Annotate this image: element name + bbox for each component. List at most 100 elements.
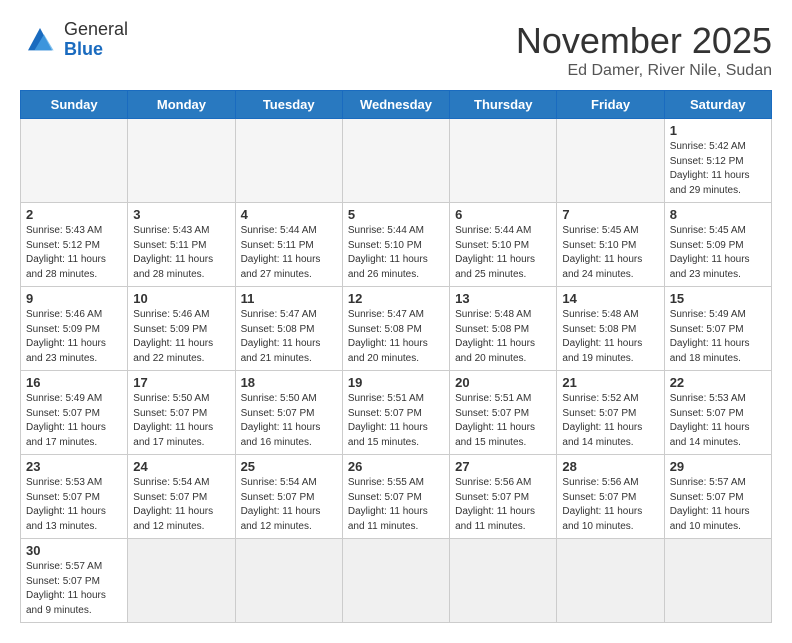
calendar-day-cell: 4 Sunrise: 5:44 AM Sunset: 5:11 PM Daylig… [235, 203, 342, 287]
day-info: Sunrise: 5:43 AM Sunset: 5:11 PM Dayligh… [133, 224, 229, 282]
calendar-day-cell: 17Sunrise: 5:50 AM Sunset: 5:07 PM Dayli… [128, 371, 235, 455]
title-section: November 2025 Ed Damer, River Nile, Suda… [516, 20, 772, 80]
calendar-day-cell [664, 539, 771, 623]
column-header-saturday: Saturday [664, 91, 771, 119]
calendar-day-cell: 26Sunrise: 5:55 AM Sunset: 5:07 PM Dayli… [342, 455, 449, 539]
calendar-day-cell: 16 Sunrise: 5:49 AM Sunset: 5:07 PM Dayli… [21, 371, 128, 455]
day-number: 16 [26, 375, 122, 390]
day-info: Sunrise: 5:49 AM Sunset: 5:07 PM Dayligh… [26, 392, 122, 450]
day-info: Sunrise: 5:45 AM Sunset: 5:09 PM Dayligh… [670, 224, 766, 282]
day-info: Sunrise: 5:42 AM Sunset: 5:12 PM Dayligh… [670, 140, 766, 198]
day-info: Sunrise: 5:54 AM Sunset: 5:07 PM Dayligh… [241, 476, 337, 534]
day-info: Sunrise: 5:56 AM Sunset: 5:07 PM Dayligh… [562, 476, 658, 534]
day-info: Sunrise: 5:44 AM Sunset: 5:10 PM Dayligh… [455, 224, 551, 282]
day-info: Sunrise: 5:47 AM Sunset: 5:08 PM Dayligh… [241, 308, 337, 366]
calendar-day-cell: 29 Sunrise: 5:57 AM Sunset: 5:07 PM Dayli… [664, 455, 771, 539]
day-number: 9 [26, 291, 122, 306]
day-number: 15 [670, 291, 766, 306]
day-info: Sunrise: 5:57 AM Sunset: 5:07 PM Dayligh… [670, 476, 766, 534]
calendar-table: SundayMondayTuesdayWednesdayThursdayFrid… [20, 90, 772, 623]
calendar-day-cell: 28 Sunrise: 5:56 AM Sunset: 5:07 PM Dayli… [557, 455, 664, 539]
calendar-day-cell [450, 119, 557, 203]
day-info: Sunrise: 5:48 AM Sunset: 5:08 PM Dayligh… [562, 308, 658, 366]
calendar-day-cell: 20 Sunrise: 5:51 AM Sunset: 5:07 PM Dayli… [450, 371, 557, 455]
calendar-day-cell: 6 Sunrise: 5:44 AM Sunset: 5:10 PM Daylig… [450, 203, 557, 287]
day-info: Sunrise: 5:46 AM Sunset: 5:09 PM Dayligh… [26, 308, 122, 366]
day-number: 27 [455, 459, 551, 474]
day-number: 21 [562, 375, 658, 390]
day-number: 28 [562, 459, 658, 474]
calendar-week-row: 2 Sunrise: 5:43 AM Sunset: 5:12 PM Daylig… [21, 203, 772, 287]
calendar-day-cell: 13 Sunrise: 5:48 AM Sunset: 5:08 PM Dayli… [450, 287, 557, 371]
generalblue-logo-icon [20, 20, 60, 60]
day-info: Sunrise: 5:43 AM Sunset: 5:12 PM Dayligh… [26, 224, 122, 282]
day-number: 26 [348, 459, 444, 474]
calendar-day-cell: 25Sunrise: 5:54 AM Sunset: 5:07 PM Dayli… [235, 455, 342, 539]
calendar-day-cell: 2 Sunrise: 5:43 AM Sunset: 5:12 PM Daylig… [21, 203, 128, 287]
calendar-week-row: 9 Sunrise: 5:46 AM Sunset: 5:09 PM Daylig… [21, 287, 772, 371]
day-info: Sunrise: 5:53 AM Sunset: 5:07 PM Dayligh… [670, 392, 766, 450]
calendar-week-row: 23Sunrise: 5:53 AM Sunset: 5:07 PM Dayli… [21, 455, 772, 539]
calendar-day-cell: 15 Sunrise: 5:49 AM Sunset: 5:07 PM Dayli… [664, 287, 771, 371]
day-number: 13 [455, 291, 551, 306]
day-number: 1 [670, 123, 766, 138]
calendar-day-cell: 23Sunrise: 5:53 AM Sunset: 5:07 PM Dayli… [21, 455, 128, 539]
calendar-day-cell [557, 539, 664, 623]
location-title: Ed Damer, River Nile, Sudan [516, 62, 772, 80]
calendar-day-cell [128, 119, 235, 203]
page-header: General Blue November 2025 Ed Damer, Riv… [20, 20, 772, 80]
day-number: 23 [26, 459, 122, 474]
day-info: Sunrise: 5:49 AM Sunset: 5:07 PM Dayligh… [670, 308, 766, 366]
day-number: 24 [133, 459, 229, 474]
calendar-day-cell: 27Sunrise: 5:56 AM Sunset: 5:07 PM Dayli… [450, 455, 557, 539]
day-number: 4 [241, 207, 337, 222]
day-info: Sunrise: 5:52 AM Sunset: 5:07 PM Dayligh… [562, 392, 658, 450]
calendar-day-cell: 19Sunrise: 5:51 AM Sunset: 5:07 PM Dayli… [342, 371, 449, 455]
day-info: Sunrise: 5:50 AM Sunset: 5:07 PM Dayligh… [241, 392, 337, 450]
calendar-day-cell [557, 119, 664, 203]
calendar-week-row: 30 Sunrise: 5:57 AM Sunset: 5:07 PM Dayli… [21, 539, 772, 623]
calendar-day-cell: 22 Sunrise: 5:53 AM Sunset: 5:07 PM Dayli… [664, 371, 771, 455]
day-number: 22 [670, 375, 766, 390]
calendar-day-cell: 1 Sunrise: 5:42 AM Sunset: 5:12 PM Daylig… [664, 119, 771, 203]
day-info: Sunrise: 5:44 AM Sunset: 5:11 PM Dayligh… [241, 224, 337, 282]
day-number: 20 [455, 375, 551, 390]
day-info: Sunrise: 5:47 AM Sunset: 5:08 PM Dayligh… [348, 308, 444, 366]
day-number: 30 [26, 543, 122, 558]
calendar-day-cell: 10Sunrise: 5:46 AM Sunset: 5:09 PM Dayli… [128, 287, 235, 371]
day-number: 5 [348, 207, 444, 222]
calendar-day-cell: 5 Sunrise: 5:44 AM Sunset: 5:10 PM Daylig… [342, 203, 449, 287]
calendar-day-cell [342, 119, 449, 203]
column-header-thursday: Thursday [450, 91, 557, 119]
calendar-day-cell: 18Sunrise: 5:50 AM Sunset: 5:07 PM Dayli… [235, 371, 342, 455]
calendar-day-cell: 21 Sunrise: 5:52 AM Sunset: 5:07 PM Dayli… [557, 371, 664, 455]
day-info: Sunrise: 5:51 AM Sunset: 5:07 PM Dayligh… [455, 392, 551, 450]
calendar-day-cell: 24 Sunrise: 5:54 AM Sunset: 5:07 PM Dayli… [128, 455, 235, 539]
day-info: Sunrise: 5:57 AM Sunset: 5:07 PM Dayligh… [26, 560, 122, 618]
column-header-sunday: Sunday [21, 91, 128, 119]
day-number: 14 [562, 291, 658, 306]
logo: General Blue [20, 20, 128, 60]
day-number: 19 [348, 375, 444, 390]
day-number: 2 [26, 207, 122, 222]
day-info: Sunrise: 5:46 AM Sunset: 5:09 PM Dayligh… [133, 308, 229, 366]
day-info: Sunrise: 5:45 AM Sunset: 5:10 PM Dayligh… [562, 224, 658, 282]
calendar-day-cell [128, 539, 235, 623]
calendar-day-cell: 12Sunrise: 5:47 AM Sunset: 5:08 PM Dayli… [342, 287, 449, 371]
calendar-day-cell: 9 Sunrise: 5:46 AM Sunset: 5:09 PM Daylig… [21, 287, 128, 371]
day-info: Sunrise: 5:44 AM Sunset: 5:10 PM Dayligh… [348, 224, 444, 282]
column-header-wednesday: Wednesday [342, 91, 449, 119]
day-number: 29 [670, 459, 766, 474]
day-info: Sunrise: 5:48 AM Sunset: 5:08 PM Dayligh… [455, 308, 551, 366]
calendar-day-cell: 11Sunrise: 5:47 AM Sunset: 5:08 PM Dayli… [235, 287, 342, 371]
day-number: 7 [562, 207, 658, 222]
day-info: Sunrise: 5:54 AM Sunset: 5:07 PM Dayligh… [133, 476, 229, 534]
day-number: 6 [455, 207, 551, 222]
day-number: 8 [670, 207, 766, 222]
column-header-monday: Monday [128, 91, 235, 119]
calendar-day-cell: 7 Sunrise: 5:45 AM Sunset: 5:10 PM Daylig… [557, 203, 664, 287]
column-header-friday: Friday [557, 91, 664, 119]
calendar-day-cell [235, 119, 342, 203]
calendar-day-cell [450, 539, 557, 623]
calendar-week-row: 1 Sunrise: 5:42 AM Sunset: 5:12 PM Daylig… [21, 119, 772, 203]
